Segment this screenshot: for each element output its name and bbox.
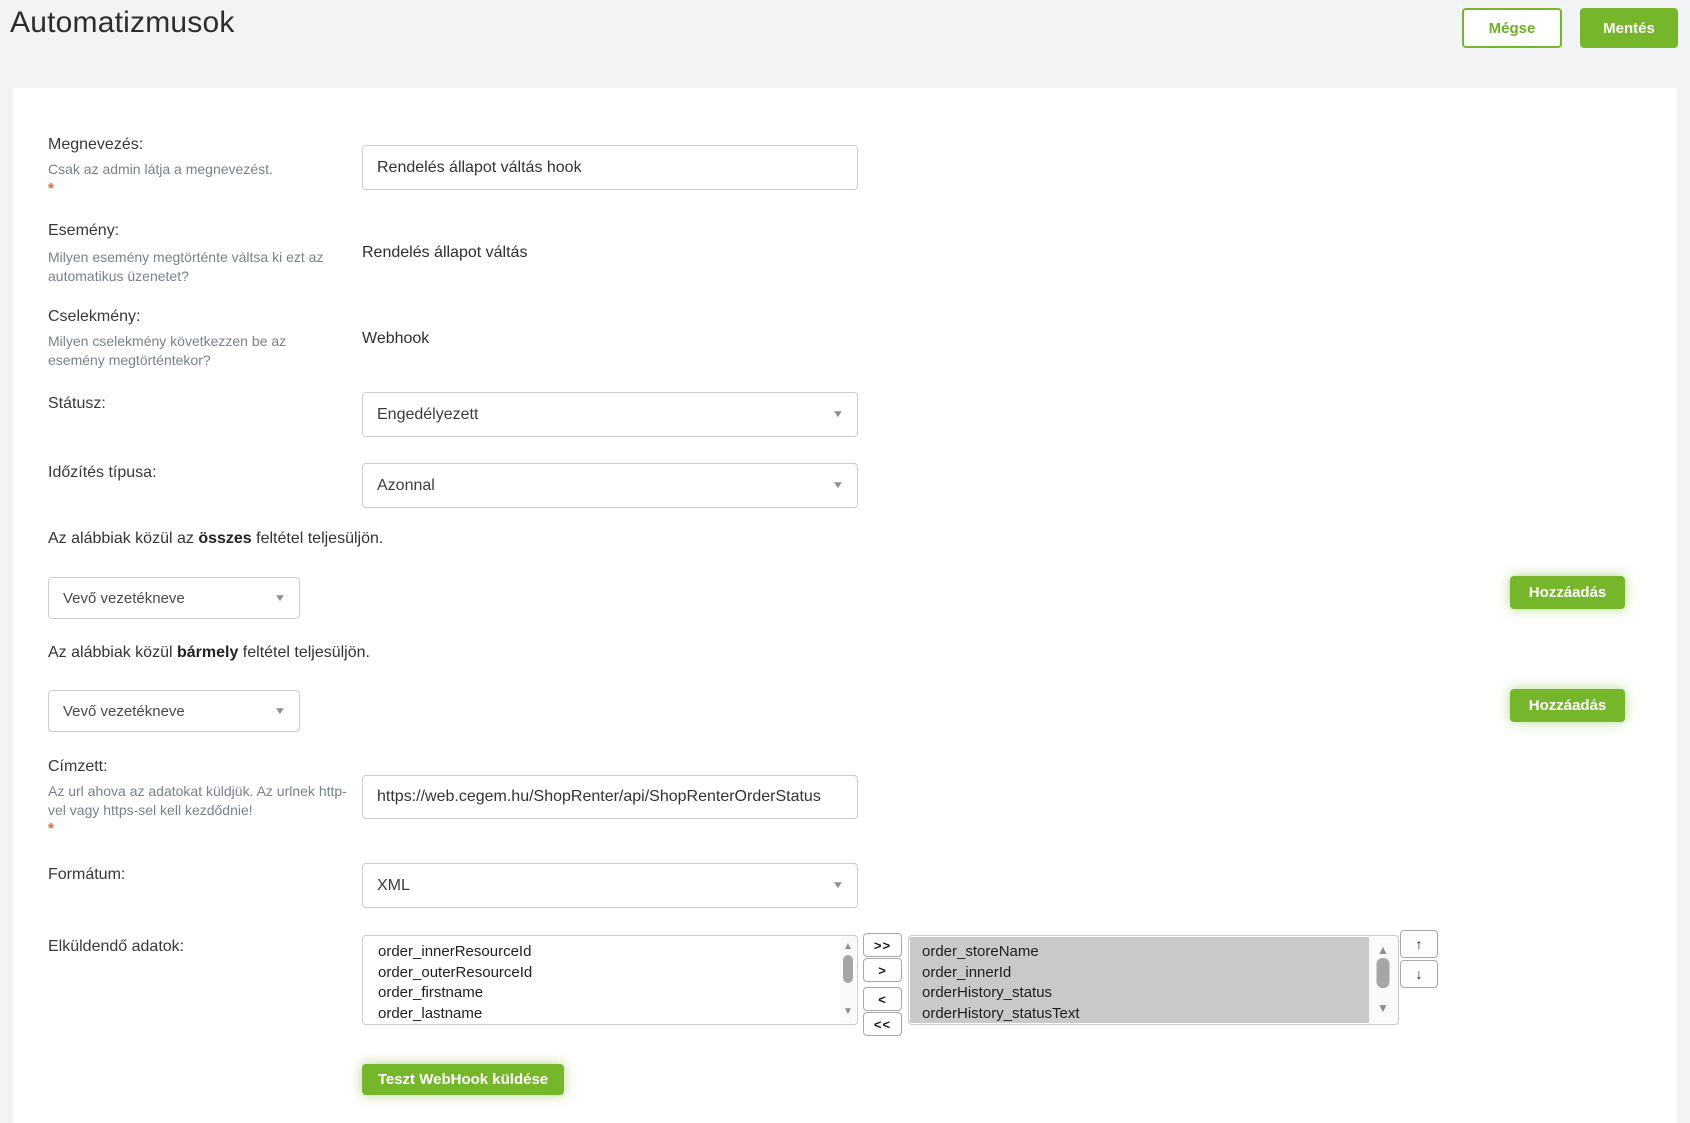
list-item[interactable]: order_lastname xyxy=(378,1004,840,1024)
list-item[interactable]: order_innerResourceId xyxy=(378,942,840,963)
action-label: Cselekmény: xyxy=(48,308,140,326)
list-item[interactable]: order_firstname xyxy=(378,983,840,1004)
timing-select[interactable]: Azonnal ▼ xyxy=(362,463,858,508)
conditions-any-sentence: Az alábbiak közül bármely feltétel telje… xyxy=(48,644,370,662)
recipient-required-mark: * xyxy=(48,820,54,837)
automations-page: Automatizmusok Mégse Mentés Megnevezés: … xyxy=(0,0,1690,1123)
available-fields-listbox[interactable]: order_innerResourceId order_outerResourc… xyxy=(362,935,858,1025)
recipient-helper: Az url ahova az adatokat küldjük. Az url… xyxy=(48,782,358,820)
available-scrollbar[interactable]: ▲ ▼ xyxy=(840,937,856,1023)
scroll-up-icon[interactable]: ▲ xyxy=(843,941,853,952)
test-webhook-button[interactable]: Teszt WebHook küldése xyxy=(362,1064,564,1095)
format-label: Formátum: xyxy=(48,866,125,884)
action-value: Webhook xyxy=(362,330,429,348)
list-item-selected[interactable]: order_storeName xyxy=(922,942,1369,963)
format-select[interactable]: XML ▼ xyxy=(362,863,858,908)
scroll-down-icon[interactable]: ▼ xyxy=(1377,1001,1389,1015)
action-helper: Milyen cselekmény következzen be az esem… xyxy=(48,332,328,370)
timing-select-value: Azonnal xyxy=(377,477,435,495)
move-up-button[interactable]: ↑ xyxy=(1400,930,1438,958)
name-label: Megnevezés: xyxy=(48,136,143,154)
chevron-down-icon: ▼ xyxy=(832,480,845,491)
recipient-url-input[interactable] xyxy=(362,775,858,819)
chevron-down-icon: ▼ xyxy=(274,706,287,717)
move-right-button[interactable]: > xyxy=(863,958,902,982)
list-item-selected[interactable]: orderHistory_statusText xyxy=(922,1004,1369,1024)
conditions-all-keyword: összes xyxy=(198,530,251,547)
condition-all-select-value: Vevő vezetékneve xyxy=(63,590,185,607)
conditions-all-sentence: Az alábbiak közül az összes feltétel tel… xyxy=(48,530,383,548)
status-select[interactable]: Engedélyezett ▼ xyxy=(362,392,858,437)
move-all-right-button[interactable]: >> xyxy=(863,933,902,957)
add-condition-any-button[interactable]: Hozzáadás xyxy=(1510,689,1625,722)
event-value: Rendelés állapot váltás xyxy=(362,244,527,262)
recipient-label: Címzett: xyxy=(48,758,108,776)
format-select-value: XML xyxy=(377,877,410,895)
scrollbar-thumb[interactable] xyxy=(843,955,853,983)
selected-scrollbar[interactable]: ▲ ▼ xyxy=(1369,937,1397,1023)
status-label: Státusz: xyxy=(48,395,106,413)
list-item[interactable]: order_outerResourceId xyxy=(378,963,840,984)
save-button[interactable]: Mentés xyxy=(1580,8,1678,48)
condition-any-select-value: Vevő vezetékneve xyxy=(63,703,185,720)
event-label: Esemény: xyxy=(48,222,119,240)
name-helper: Csak az admin látja a megnevezést. xyxy=(48,160,348,179)
timing-label: Időzítés típusa: xyxy=(48,464,157,482)
move-down-button[interactable]: ↓ xyxy=(1400,960,1438,988)
cancel-button[interactable]: Mégse xyxy=(1462,8,1562,48)
condition-all-select[interactable]: Vevő vezetékneve ▼ xyxy=(48,577,300,619)
add-condition-all-button[interactable]: Hozzáadás xyxy=(1510,576,1625,609)
conditions-any-keyword: bármely xyxy=(177,644,238,661)
move-left-button[interactable]: < xyxy=(863,987,902,1011)
scroll-up-icon[interactable]: ▲ xyxy=(1377,943,1389,957)
event-helper: Milyen esemény megtörténte váltsa ki ezt… xyxy=(48,248,328,286)
scroll-down-icon[interactable]: ▼ xyxy=(843,1006,853,1017)
scrollbar-thumb[interactable] xyxy=(1377,958,1390,988)
chevron-down-icon: ▼ xyxy=(832,409,845,420)
name-input[interactable] xyxy=(362,145,858,190)
list-item-selected[interactable]: orderHistory_status xyxy=(922,983,1369,1004)
condition-any-select[interactable]: Vevő vezetékneve ▼ xyxy=(48,690,300,732)
selected-fields-list: order_storeName order_innerId orderHisto… xyxy=(910,937,1369,1023)
move-all-left-button[interactable]: << xyxy=(863,1012,902,1036)
selected-fields-listbox[interactable]: order_storeName order_innerId orderHisto… xyxy=(908,935,1399,1025)
chevron-down-icon: ▼ xyxy=(832,880,845,891)
name-required-mark: * xyxy=(48,180,54,197)
available-fields-list: order_innerResourceId order_outerResourc… xyxy=(364,937,840,1023)
data-to-send-label: Elküldendő adatok: xyxy=(48,938,184,956)
chevron-down-icon: ▼ xyxy=(274,593,287,604)
list-item-selected[interactable]: order_innerId xyxy=(922,963,1369,984)
page-title: Automatizmusok xyxy=(10,6,235,40)
status-select-value: Engedélyezett xyxy=(377,406,478,424)
